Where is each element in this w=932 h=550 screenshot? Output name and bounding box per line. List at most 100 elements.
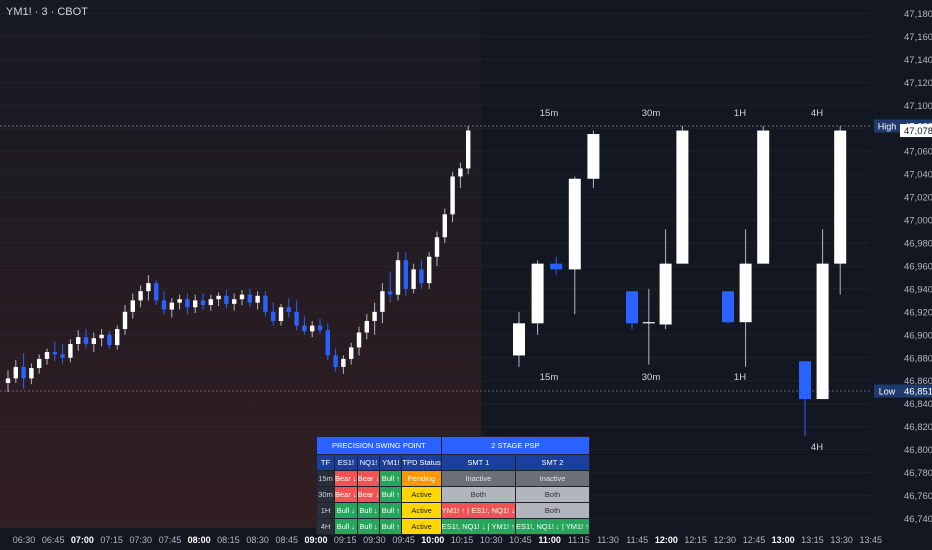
candle-body bbox=[91, 338, 96, 344]
col-smt2: SMT 2 bbox=[514, 454, 591, 471]
candle-body bbox=[419, 269, 424, 284]
candle-body bbox=[107, 334, 112, 346]
timeframe-label: 15m bbox=[540, 372, 559, 383]
candle-body bbox=[29, 368, 34, 379]
price-tick-label: 47,180 bbox=[904, 9, 932, 20]
table-row: 4H Bull ↓ Bull ↓ Bull ↑ Active ES1!, NQ1… bbox=[316, 518, 591, 535]
time-tick-label: 13:30 bbox=[830, 535, 853, 545]
candle-body bbox=[68, 343, 73, 358]
candle-body bbox=[757, 130, 770, 264]
candle-body bbox=[130, 300, 135, 312]
candle-body bbox=[799, 361, 811, 400]
time-tick-label: 12:15 bbox=[684, 535, 707, 545]
time-tick-label: 09:15 bbox=[334, 535, 357, 545]
candle-body bbox=[255, 295, 260, 303]
candle-body bbox=[341, 358, 346, 367]
last-price: 47,078 bbox=[904, 126, 932, 137]
timeframe-label: 30m bbox=[642, 372, 661, 383]
candle-body bbox=[286, 307, 291, 312]
candle-body bbox=[325, 330, 330, 356]
cell-smt2: Both bbox=[514, 486, 591, 503]
cell-ym: Bull ↑ bbox=[379, 502, 403, 519]
candle-body bbox=[676, 130, 689, 264]
candle-body bbox=[44, 352, 50, 359]
candle-body bbox=[232, 299, 237, 304]
symbol-label[interactable]: YM1! · 3 · CBOT bbox=[6, 6, 88, 18]
candle-body bbox=[317, 325, 323, 331]
time-tick-label: 10:30 bbox=[480, 535, 503, 545]
cell-tpd: Active bbox=[401, 486, 442, 503]
timeframe-label: 4H bbox=[811, 108, 823, 119]
candle-body bbox=[403, 260, 408, 289]
candle-body bbox=[434, 237, 440, 257]
price-tick-label: 46,840 bbox=[904, 399, 932, 410]
cell-tf: 30m bbox=[316, 486, 335, 503]
time-tick-label: 12:00 bbox=[655, 535, 678, 545]
candle-body bbox=[169, 302, 174, 310]
cell-ym: Bull ↑ bbox=[379, 518, 403, 535]
candle-body bbox=[427, 256, 432, 284]
cell-smt1: Both bbox=[440, 486, 516, 503]
candle-body bbox=[302, 325, 307, 332]
level-label: High bbox=[878, 121, 897, 131]
candle-body bbox=[76, 337, 81, 344]
candle-body bbox=[115, 329, 120, 346]
col-es: ES1! bbox=[334, 454, 358, 471]
psp-table: PRECISION SWING POINT 2 STAGE PSP TF ES1… bbox=[316, 436, 591, 535]
time-tick-label: 07:30 bbox=[130, 535, 153, 545]
cell-es: Bear ↓ bbox=[334, 470, 358, 487]
candle-body bbox=[52, 352, 57, 355]
candle-body bbox=[216, 295, 221, 300]
price-tick-label: 46,920 bbox=[904, 307, 932, 318]
cell-smt1: ES1!, NQ1! ↓ | YM1! ↑ bbox=[440, 518, 516, 535]
timeframe-label: 1H bbox=[734, 108, 746, 119]
candle-body bbox=[722, 291, 734, 323]
candle-body bbox=[200, 300, 206, 305]
price-tick-label: 47,140 bbox=[904, 55, 932, 66]
candle-body bbox=[271, 311, 276, 322]
col-nq: NQ1! bbox=[356, 454, 381, 471]
candle-body bbox=[626, 291, 638, 324]
cell-es: Bull ↓ bbox=[334, 502, 358, 519]
candle-body bbox=[458, 168, 463, 177]
candle-body bbox=[349, 347, 354, 359]
table-row: 15m Bear ↓ Bear ↓ Bull ↑ Pending Inactiv… bbox=[316, 470, 591, 487]
candle-body bbox=[395, 260, 401, 295]
price-tick-label: 46,980 bbox=[904, 239, 932, 250]
candle-body bbox=[364, 321, 369, 333]
candle-body bbox=[185, 299, 190, 308]
candle-body bbox=[642, 322, 655, 324]
col-tpd: TPD Status bbox=[401, 454, 442, 471]
price-tick-label: 46,780 bbox=[904, 468, 932, 479]
candle-body bbox=[380, 291, 385, 312]
cell-tpd: Pending bbox=[401, 470, 442, 487]
candle-body bbox=[263, 295, 268, 312]
candle-body bbox=[388, 291, 393, 295]
time-tick-label: 09:45 bbox=[392, 535, 415, 545]
candle-body bbox=[587, 133, 600, 179]
time-tick-label: 12:45 bbox=[743, 535, 766, 545]
time-tick-label: 09:00 bbox=[304, 535, 327, 545]
time-tick-label: 13:15 bbox=[801, 535, 824, 545]
candle-body bbox=[411, 269, 416, 289]
candle-body bbox=[138, 291, 143, 301]
candle-body bbox=[60, 354, 65, 358]
cell-ym: Bull ↑ bbox=[379, 486, 403, 503]
level-label: Low bbox=[879, 387, 896, 397]
price-tick-label: 46,880 bbox=[904, 353, 932, 364]
price-tick-label: 47,160 bbox=[904, 32, 932, 43]
candle-body bbox=[5, 378, 11, 383]
price-tick-label: 47,000 bbox=[904, 216, 932, 227]
col-smt1: SMT 1 bbox=[440, 454, 516, 471]
cell-nq: Bull ↓ bbox=[356, 502, 381, 519]
candle-body bbox=[239, 294, 245, 300]
cell-tf: 15m bbox=[316, 470, 335, 487]
candle-body bbox=[13, 366, 18, 379]
candle-body bbox=[21, 366, 26, 379]
timeframe-label: 1H bbox=[734, 372, 746, 383]
candle-body bbox=[550, 263, 563, 270]
candle-body bbox=[193, 300, 198, 308]
timeframe-label: 15m bbox=[540, 108, 559, 119]
price-tick-label: 46,960 bbox=[904, 261, 932, 272]
candle-body bbox=[294, 311, 299, 326]
